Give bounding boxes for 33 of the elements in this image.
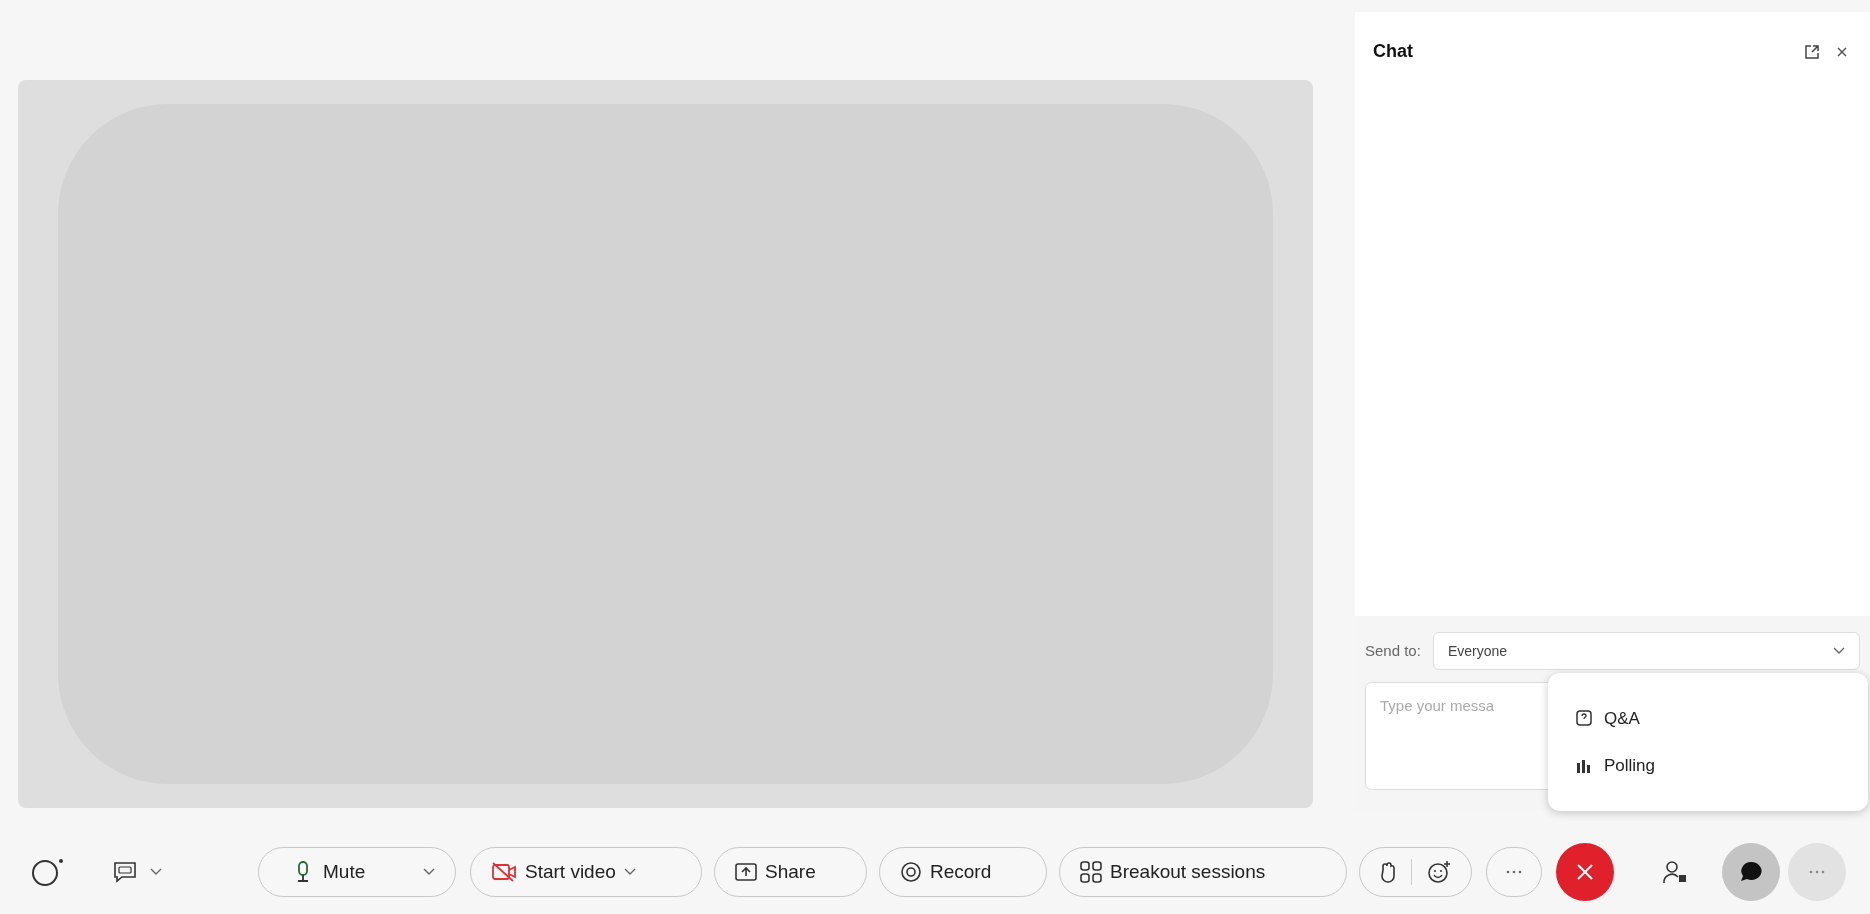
panel-title: Chat bbox=[1373, 40, 1413, 63]
record-button[interactable]: Record bbox=[879, 847, 1047, 897]
status-circle-icon[interactable] bbox=[30, 856, 66, 888]
record-icon bbox=[900, 861, 922, 883]
caret-icon bbox=[423, 868, 435, 876]
ellipsis-icon bbox=[1506, 870, 1522, 874]
grid-icon bbox=[1080, 861, 1102, 883]
share-button[interactable]: Share bbox=[714, 847, 867, 897]
captions-button[interactable] bbox=[112, 860, 162, 884]
caret-icon bbox=[623, 868, 636, 876]
caret-icon bbox=[1833, 647, 1845, 655]
menu-item[interactable]: Q&A bbox=[1576, 705, 1840, 731]
ellipsis-icon bbox=[1809, 870, 1825, 874]
hand-icon[interactable] bbox=[1379, 861, 1396, 883]
breakout-button[interactable]: Breakout sessions bbox=[1059, 847, 1347, 897]
speech-bubble-icon bbox=[1739, 860, 1763, 884]
caret-icon bbox=[150, 868, 162, 876]
question-icon bbox=[1576, 710, 1592, 727]
bar-chart-icon bbox=[1576, 757, 1592, 774]
video-button[interactable]: Start video bbox=[470, 847, 702, 897]
captions-icon bbox=[112, 860, 138, 884]
pop-out-icon[interactable] bbox=[1804, 43, 1820, 60]
close-icon[interactable] bbox=[1836, 45, 1848, 58]
send-to-label: Send to: bbox=[1365, 640, 1421, 661]
share-screen-icon bbox=[735, 863, 757, 881]
mute-button[interactable]: Mute bbox=[258, 847, 456, 897]
emoji-icon[interactable] bbox=[1427, 860, 1452, 884]
menu-item[interactable]: Polling bbox=[1576, 753, 1840, 779]
participants-icon[interactable] bbox=[1662, 859, 1688, 885]
recipient-dropdown[interactable]: Everyone bbox=[1432, 632, 1860, 670]
close-icon bbox=[1576, 863, 1594, 881]
end-call-button[interactable] bbox=[1556, 843, 1614, 901]
microphone-icon bbox=[295, 860, 311, 884]
